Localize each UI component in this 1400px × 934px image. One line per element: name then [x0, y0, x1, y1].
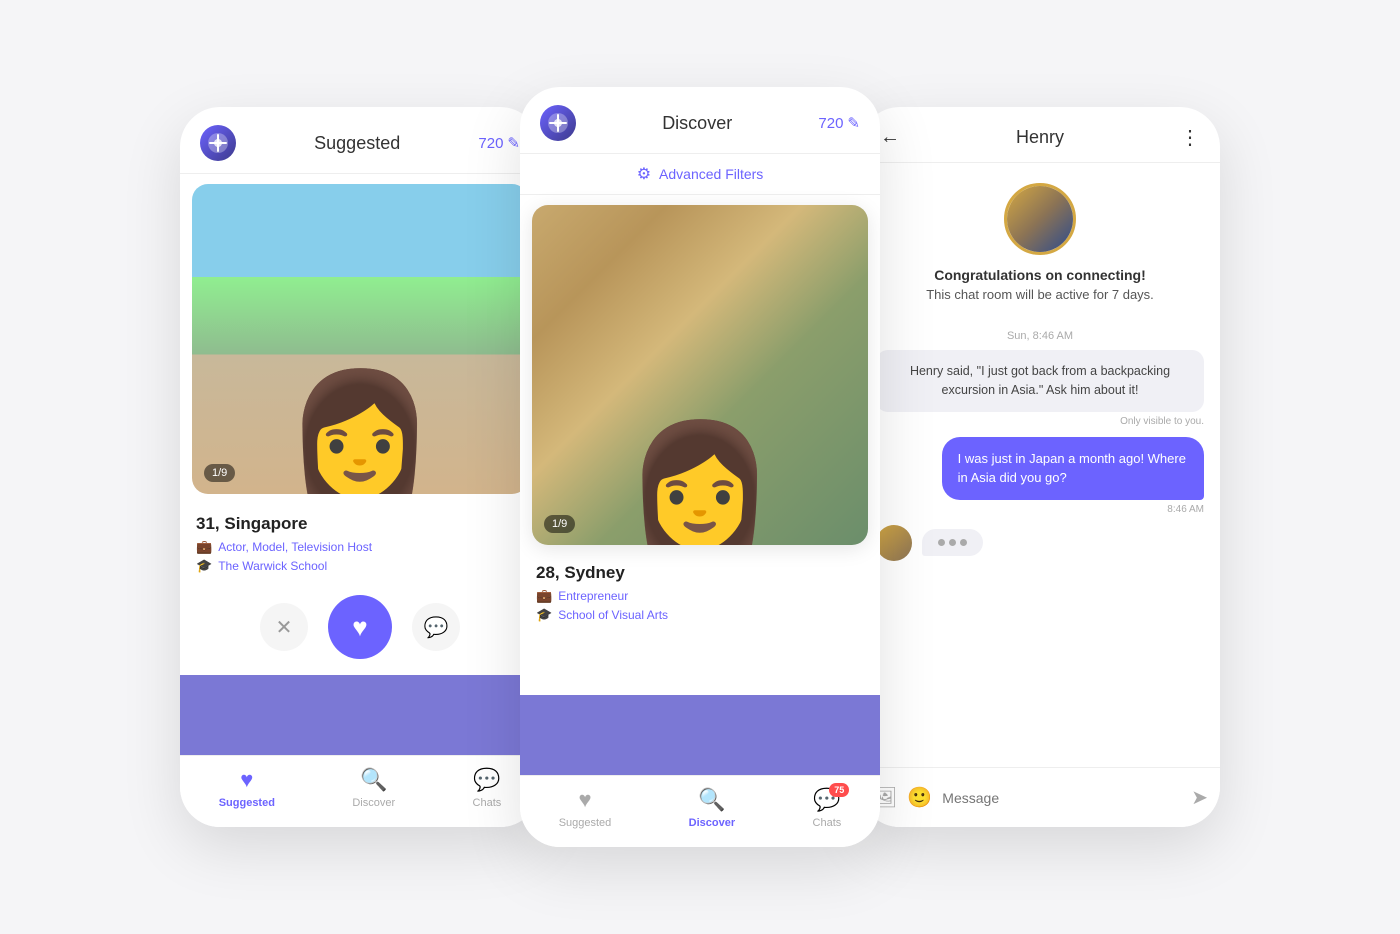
- dot-2: [949, 539, 956, 546]
- discover-profile-info: 28, Sydney 💼 Entrepreneur 🎓 School of Vi…: [536, 563, 668, 626]
- center-discover-label: Discover: [689, 817, 735, 829]
- discover-header: Discover 720 ✎: [520, 87, 880, 154]
- phone-center: Discover 720 ✎ ⚙ Advanced Filters 1/9 28…: [520, 87, 880, 847]
- score-display: 720 ✎: [478, 134, 520, 152]
- nav-chats[interactable]: 💬 Chats: [473, 767, 502, 809]
- center-discover-icon: 🔍: [698, 787, 725, 813]
- purple-band: [180, 675, 540, 755]
- visible-note: Only visible to you.: [876, 416, 1204, 427]
- discover-nav-icon: 🔍: [360, 767, 387, 793]
- discover-score: 720 ✎: [818, 114, 860, 132]
- typing-indicator: [876, 525, 1204, 561]
- typing-bubble: [922, 529, 983, 556]
- phone-right: ← Henry ⋮ Congratulations on connecting!…: [860, 107, 1220, 827]
- connect-message: Congratulations on connecting!: [934, 267, 1146, 283]
- henry-avatar: [1004, 183, 1076, 255]
- discover-school-icon: 🎓: [536, 607, 552, 623]
- discover-purple-band: [520, 695, 880, 775]
- pass-button[interactable]: ✕: [260, 603, 308, 651]
- chat-title: Henry: [1016, 127, 1064, 148]
- phone-left: Suggested 720 ✎ 1/9 31, Singapore 💼 Acto…: [180, 107, 540, 827]
- chat-messages: Sun, 8:46 AM Henry said, "I just got bac…: [860, 312, 1220, 571]
- dot-1: [938, 539, 945, 546]
- filter-icon: ⚙: [637, 164, 651, 184]
- suggested-header: Suggested 720 ✎: [180, 107, 540, 174]
- chat-header: ← Henry ⋮: [860, 107, 1220, 163]
- briefcase-icon: 💼: [196, 539, 212, 555]
- suggested-title: Suggested: [314, 133, 400, 154]
- back-button[interactable]: ←: [880, 126, 900, 149]
- app-logo: [200, 125, 236, 161]
- nav-chats-label: Chats: [473, 797, 502, 809]
- discover-card[interactable]: 1/9: [532, 205, 868, 545]
- discover-profile-row: 28, Sydney 💼 Entrepreneur 🎓 School of Vi…: [520, 555, 880, 634]
- emoji-icon: 🙂: [907, 785, 932, 810]
- dot-3: [960, 539, 967, 546]
- discover-age-location: 28, Sydney: [536, 563, 668, 583]
- filter-label: Advanced Filters: [659, 166, 763, 182]
- action-buttons: ✕ ♥ 💬: [180, 587, 540, 667]
- chats-badge: 75: [829, 783, 849, 797]
- discover-school-tag: 🎓 School of Visual Arts: [536, 607, 668, 623]
- message-input[interactable]: [942, 790, 1181, 806]
- photo-count: 1/9: [204, 464, 235, 482]
- message-timestamp: Sun, 8:46 AM: [876, 330, 1204, 342]
- connect-section: Congratulations on connecting! This chat…: [860, 163, 1220, 312]
- chat-input-bar: 🖼 🙂 ➤: [860, 767, 1220, 827]
- chat-nav-icon: 💬: [473, 767, 500, 793]
- typing-avatar: [876, 525, 912, 561]
- center-nav-suggested[interactable]: ♥ Suggested: [559, 787, 612, 829]
- discover-photo: [532, 205, 868, 545]
- nav-suggested[interactable]: ♥ Suggested: [219, 767, 275, 809]
- like-button[interactable]: ♥: [328, 595, 392, 659]
- center-heart-icon: ♥: [578, 787, 591, 813]
- occupation-tag: 💼 Actor, Model, Television Host: [196, 539, 524, 555]
- school-icon: 🎓: [196, 558, 212, 574]
- bottom-nav-center: ♥ Suggested 🔍 Discover 75 💬 Chats: [520, 775, 880, 847]
- system-message: Henry said, "I just got back from a back…: [876, 350, 1204, 412]
- center-suggested-label: Suggested: [559, 817, 612, 829]
- send-button[interactable]: ➤: [1191, 785, 1208, 810]
- app-logo-center: [540, 105, 576, 141]
- sent-message: I was just in Japan a month ago! Where i…: [942, 437, 1204, 500]
- profile-photo: [192, 184, 528, 494]
- discover-photo-count: 1/9: [544, 515, 575, 533]
- nav-discover-label: Discover: [352, 797, 395, 809]
- profile-image-container[interactable]: 1/9: [192, 184, 528, 494]
- center-chats-label: Chats: [813, 817, 842, 829]
- discover-briefcase-icon: 💼: [536, 588, 552, 604]
- message-button[interactable]: 💬: [412, 603, 460, 651]
- profile-info: 31, Singapore 💼 Actor, Model, Television…: [180, 504, 540, 587]
- more-options-button[interactable]: ⋮: [1180, 125, 1200, 150]
- center-nav-discover[interactable]: 🔍 Discover: [689, 787, 735, 829]
- henry-avatar-image: [1007, 186, 1073, 252]
- bottom-nav-left: ♥ Suggested 🔍 Discover 💬 Chats: [180, 755, 540, 827]
- heart-nav-icon: ♥: [240, 767, 253, 793]
- phones-container: Suggested 720 ✎ 1/9 31, Singapore 💼 Acto…: [100, 87, 1300, 847]
- discover-title: Discover: [662, 113, 732, 134]
- connect-sub-message: This chat room will be active for 7 days…: [926, 287, 1154, 302]
- discover-occupation-tag: 💼 Entrepreneur: [536, 588, 668, 604]
- filter-bar[interactable]: ⚙ Advanced Filters: [520, 154, 880, 195]
- nav-suggested-label: Suggested: [219, 797, 275, 809]
- sent-time: 8:46 AM: [876, 504, 1204, 515]
- center-nav-chats[interactable]: 75 💬 Chats: [813, 787, 842, 829]
- nav-discover[interactable]: 🔍 Discover: [352, 767, 395, 809]
- school-tag: 🎓 The Warwick School: [196, 558, 524, 574]
- age-location: 31, Singapore: [196, 514, 524, 534]
